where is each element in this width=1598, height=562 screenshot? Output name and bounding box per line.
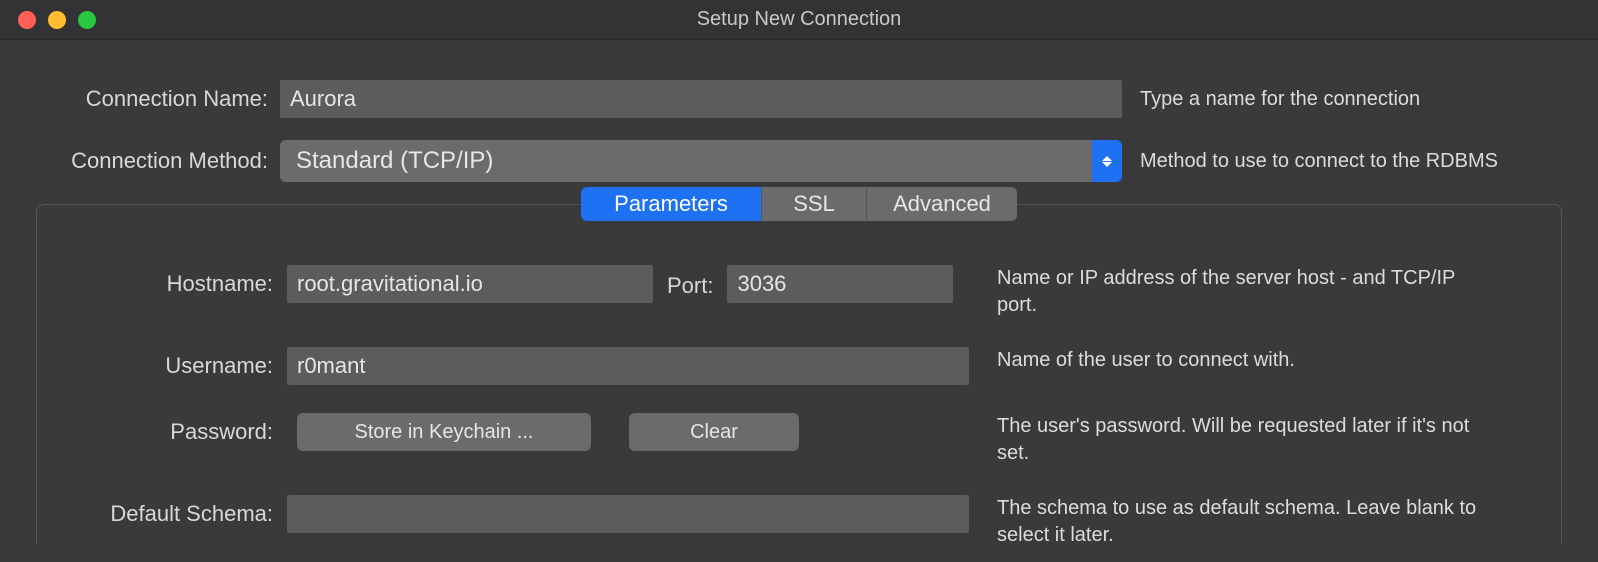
maximize-window-icon[interactable] <box>78 11 96 29</box>
hostname-input[interactable] <box>287 265 653 303</box>
row-connection-method: Connection Method: Standard (TCP/IP) Met… <box>36 140 1562 182</box>
window-title: Setup New Connection <box>0 8 1598 31</box>
connection-method-label: Connection Method: <box>36 148 280 174</box>
traffic-lights <box>0 11 96 29</box>
hostname-hint: Name or IP address of the server host - … <box>997 265 1497 319</box>
username-input[interactable] <box>287 347 969 385</box>
row-password: Password: Store in Keychain ... Clear Th… <box>67 413 1531 467</box>
password-hint: The user's password. Will be requested l… <box>997 413 1497 467</box>
username-hint: Name of the user to connect with. <box>997 347 1497 374</box>
store-in-keychain-button[interactable]: Store in Keychain ... <box>297 413 591 451</box>
titlebar: Setup New Connection <box>0 0 1598 40</box>
connection-method-hint: Method to use to connect to the RDBMS <box>1140 150 1562 173</box>
tab-bar: Parameters SSL Advanced <box>581 187 1017 221</box>
connection-method-select[interactable]: Standard (TCP/IP) <box>280 140 1122 182</box>
row-connection-name: Connection Name: Type a name for the con… <box>36 80 1562 118</box>
content: Connection Name: Type a name for the con… <box>0 40 1598 544</box>
row-username: Username: Name of the user to connect wi… <box>67 347 1531 385</box>
username-label: Username: <box>67 347 287 379</box>
tab-advanced[interactable]: Advanced <box>867 187 1017 221</box>
parameters-group: Parameters SSL Advanced Hostname: Port: … <box>36 204 1562 544</box>
connection-name-label: Connection Name: <box>36 86 280 112</box>
tab-parameters[interactable]: Parameters <box>581 187 761 221</box>
connection-method-value: Standard (TCP/IP) <box>296 147 493 175</box>
connection-name-input[interactable] <box>280 80 1122 118</box>
hostname-label: Hostname: <box>67 265 287 297</box>
connection-name-hint: Type a name for the connection <box>1140 88 1562 111</box>
tab-ssl[interactable]: SSL <box>761 187 867 221</box>
port-input[interactable] <box>727 265 953 303</box>
default-schema-input[interactable] <box>287 495 969 533</box>
clear-password-button[interactable]: Clear <box>629 413 799 451</box>
default-schema-label: Default Schema: <box>67 495 287 527</box>
port-label: Port: <box>667 269 713 299</box>
row-default-schema: Default Schema: The schema to use as def… <box>67 495 1531 549</box>
close-window-icon[interactable] <box>18 11 36 29</box>
password-label: Password: <box>67 413 287 445</box>
default-schema-hint: The schema to use as default schema. Lea… <box>997 495 1497 549</box>
select-stepper-icon <box>1092 140 1122 182</box>
minimize-window-icon[interactable] <box>48 11 66 29</box>
row-hostname: Hostname: Port: Name or IP address of th… <box>67 265 1531 319</box>
